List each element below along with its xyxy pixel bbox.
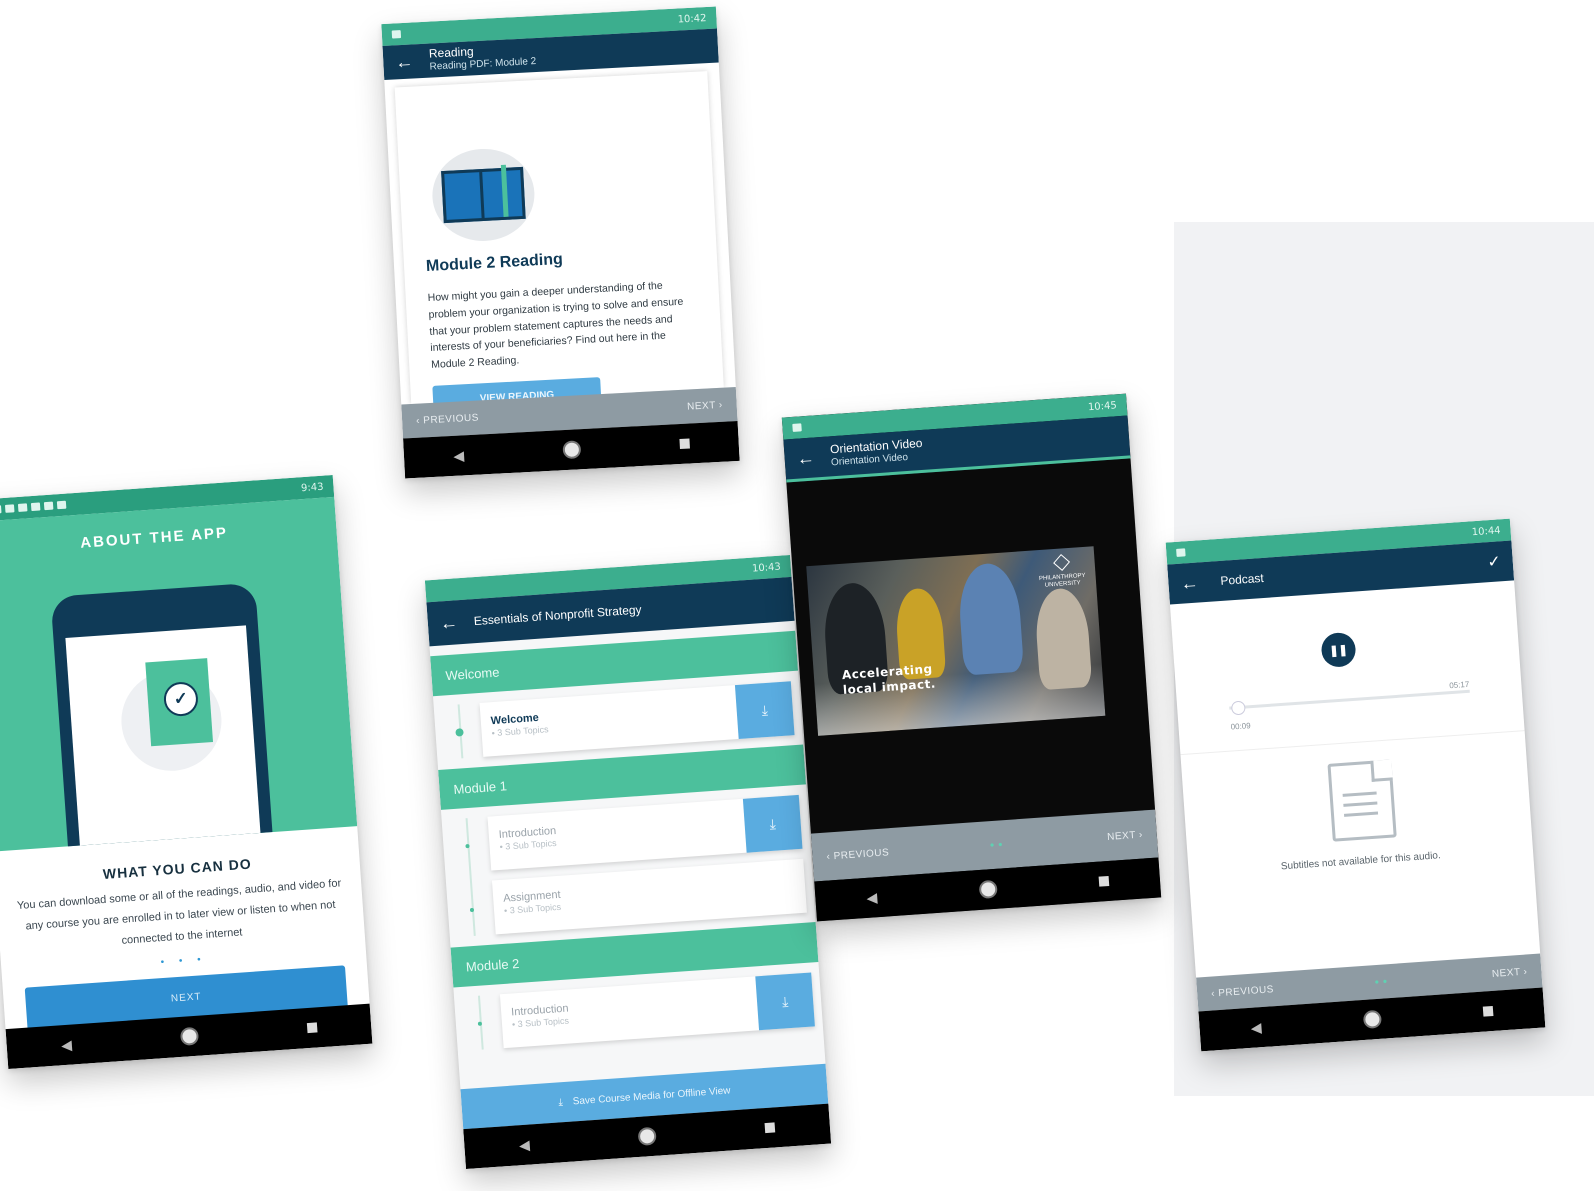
download-icon[interactable]: ⤓ — [755, 972, 815, 1031]
topic-card[interactable]: Introduction • 3 Sub Topics ⤓ — [465, 794, 803, 871]
app-bar-title: Podcast — [1219, 570, 1265, 588]
topic-card[interactable]: Welcome • 3 Sub Topics ⤓ — [455, 681, 795, 757]
nav-recents-icon[interactable] — [306, 1022, 318, 1034]
chevron-left-icon: ‹ — [826, 850, 831, 863]
nav-recents-icon[interactable] — [764, 1122, 776, 1134]
chevron-right-icon: › — [1523, 965, 1528, 978]
back-arrow-icon[interactable]: ← — [796, 447, 815, 468]
nav-recents-icon[interactable] — [1098, 875, 1110, 887]
status-time: 10:42 — [677, 12, 707, 26]
back-arrow-icon[interactable]: ← — [1180, 572, 1199, 593]
phone-about-screen: 9:43 ABOUT THE APP ✓ WHAT YOU CAN DO You… — [0, 474, 373, 1070]
notification-icons — [0, 500, 67, 515]
phone-reading-screen: 10:42 ← Reading Reading PDF: Module 2 Mo… — [381, 6, 740, 479]
back-arrow-icon[interactable]: ← — [439, 612, 458, 633]
chevron-right-icon: › — [718, 399, 724, 411]
phone-course-screen: 10:43 ← Essentials of Nonprofit Strategy… — [424, 554, 832, 1170]
check-icon[interactable]: ✓ — [1487, 551, 1502, 572]
nav-home-icon[interactable] — [562, 440, 582, 460]
about-hero: ABOUT THE APP ✓ — [0, 496, 358, 852]
next-button[interactable]: NEXT › — [1492, 966, 1528, 979]
nav-home-icon[interactable] — [179, 1026, 199, 1046]
document-check-illustration: ✓ — [117, 657, 225, 784]
nav-home-icon[interactable] — [1362, 1009, 1382, 1030]
save-offline-label: Save Course Media for Offline View — [572, 1084, 731, 1107]
audio-player: ❚❚ 00:09 05:17 — [1169, 580, 1525, 756]
chevron-left-icon: ‹ — [415, 415, 421, 427]
download-icon[interactable]: ⤓ — [734, 681, 795, 739]
status-time: 10:43 — [751, 561, 782, 575]
nav-back-icon[interactable]: ◀ — [1250, 1019, 1262, 1037]
topic-card[interactable]: Assignment • 3 Sub Topics — [469, 858, 807, 935]
back-arrow-icon[interactable]: ← — [395, 51, 414, 72]
timeline-dot — [469, 907, 475, 913]
previous-button[interactable]: ‹ PREVIOUS — [1211, 984, 1274, 999]
nav-home-icon[interactable] — [637, 1126, 658, 1146]
reading-card: Module 2 Reading How might you gain a de… — [394, 71, 724, 418]
nav-back-icon[interactable]: ◀ — [866, 889, 878, 907]
total-time: 05:17 — [1448, 679, 1470, 691]
phone-podcast-screen: 10:44 ← Podcast ✓ ❚❚ 00:09 05:17 Subtitl… — [1165, 518, 1546, 1052]
timeline-dot — [465, 844, 470, 849]
nav-recents-icon[interactable] — [1482, 1005, 1494, 1017]
topic-card[interactable]: Introduction • 3 Sub Topics ⤓ — [477, 972, 815, 1049]
download-icon: ⤓ — [557, 1096, 564, 1108]
module-description: How might you gain a deeper understandin… — [427, 279, 684, 372]
timeline-dot — [455, 728, 464, 737]
subtitles-message: Subtitles not available for this audio. — [1280, 850, 1442, 873]
status-time: 10:44 — [1471, 524, 1501, 538]
next-button[interactable]: NEXT › — [1107, 829, 1143, 842]
status-time: 9:43 — [300, 481, 324, 494]
phone-video-screen: 10:45 ← Orientation Video Orientation Vi… — [781, 393, 1162, 922]
nav-home-icon[interactable] — [978, 879, 998, 900]
course-title: Essentials of Nonprofit Strategy — [473, 602, 642, 629]
video-logo: PHILANTHROPY UNIVERSITY — [1038, 554, 1087, 591]
download-icon[interactable]: ⤓ — [742, 794, 803, 853]
page-indicator: •• — [989, 837, 1007, 853]
section-topics: Introduction • 3 Sub Topics ⤓ Assignment… — [442, 794, 815, 937]
audio-progress-knob[interactable] — [1231, 700, 1247, 716]
document-icon — [1327, 759, 1397, 842]
previous-button[interactable]: ‹ PREVIOUS — [416, 412, 479, 426]
chevron-right-icon: › — [1138, 828, 1144, 841]
audio-progress-track[interactable] — [1229, 689, 1470, 716]
page-indicator: •• — [1374, 974, 1392, 990]
module-title: Module 2 Reading — [425, 250, 564, 276]
pause-icon[interactable]: ❚❚ — [1320, 631, 1357, 668]
nav-back-icon[interactable]: ◀ — [61, 1036, 73, 1054]
status-time: 10:45 — [1087, 399, 1118, 413]
next-button[interactable]: NEXT › — [687, 399, 723, 412]
phone-illustration: ✓ — [50, 582, 273, 847]
nav-recents-icon[interactable] — [679, 438, 690, 450]
nav-back-icon[interactable]: ◀ — [453, 447, 465, 465]
book-icon — [430, 146, 537, 244]
elapsed-time: 00:09 — [1230, 721, 1251, 732]
section-topics: Introduction • 3 Sub Topics ⤓ — [454, 972, 823, 1051]
previous-button[interactable]: ‹ PREVIOUS — [826, 847, 889, 862]
timeline-dot — [477, 1021, 483, 1026]
nav-back-icon[interactable]: ◀ — [518, 1136, 530, 1154]
chevron-left-icon: ‹ — [1210, 987, 1216, 1000]
video-caption: Accelerating local impact. — [841, 661, 937, 698]
video-player[interactable]: PHILANTHROPY UNIVERSITY Accelerating loc… — [806, 546, 1106, 736]
